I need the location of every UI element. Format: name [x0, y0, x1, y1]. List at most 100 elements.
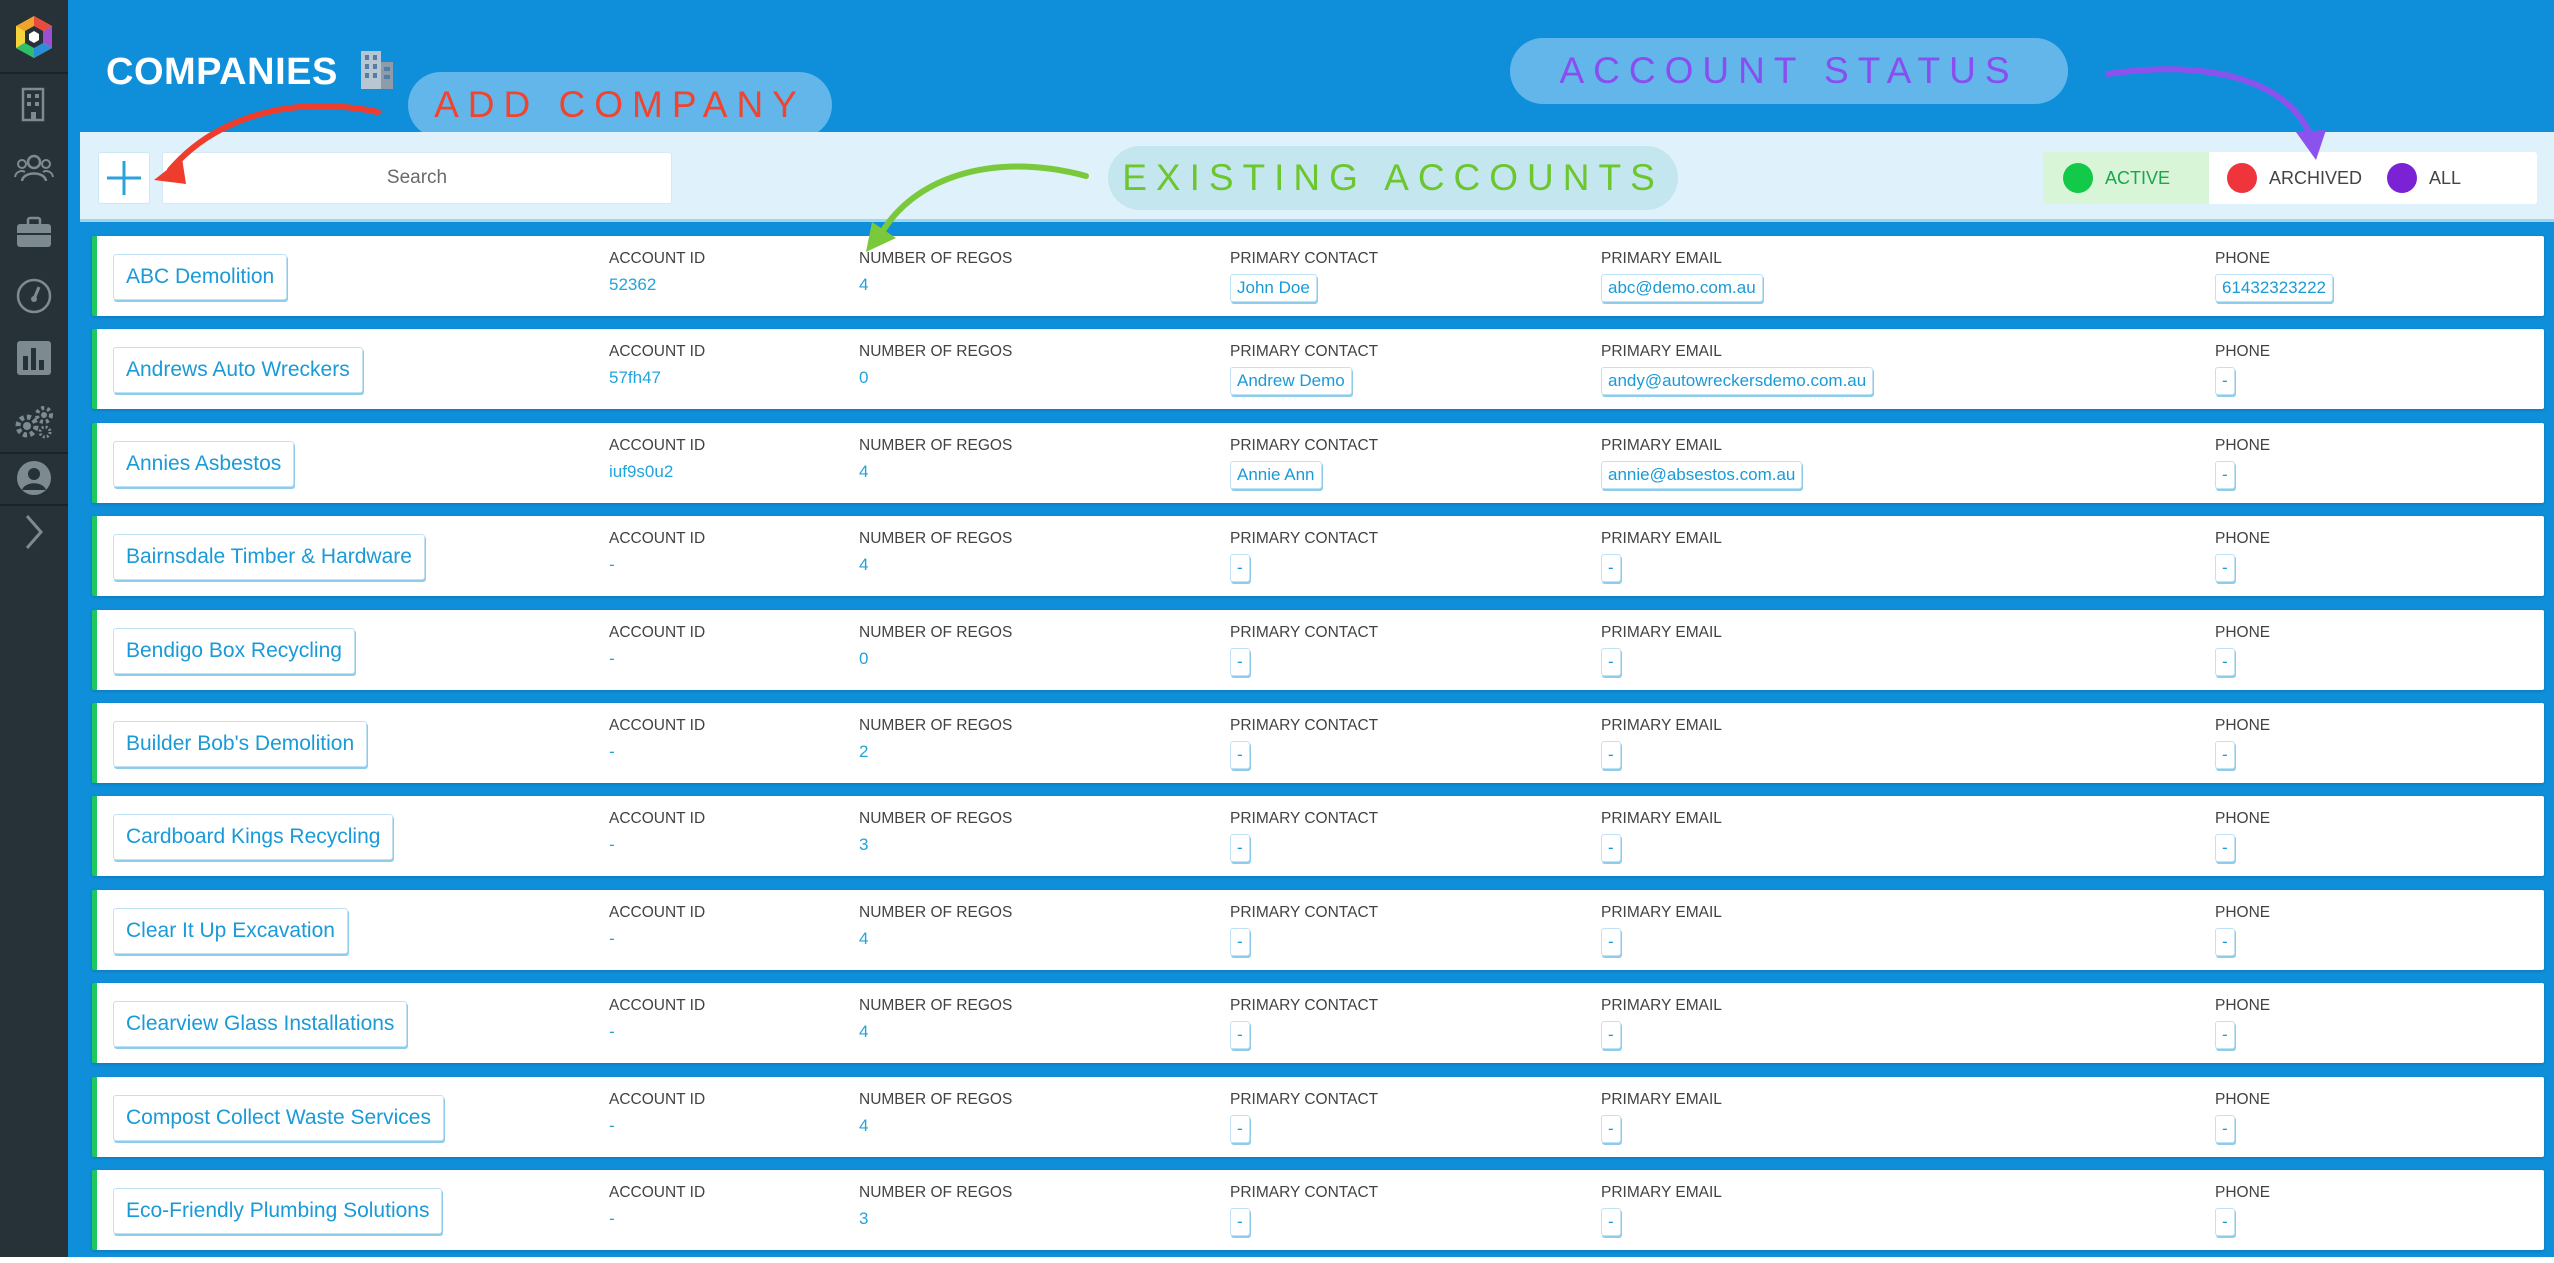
contact-chip[interactable]: - [1230, 1114, 1250, 1143]
contact-chip[interactable]: - [1230, 554, 1250, 583]
contact-chip[interactable]: Annie Ann [1230, 460, 1322, 489]
company-row: Eco-Friendly Plumbing Solutions ACCOUNT … [92, 1169, 2544, 1250]
phone-label: PHONE [2215, 1183, 2271, 1201]
filter-all[interactable]: ALL [2373, 152, 2537, 204]
phone-chip[interactable]: 61432323222 [2215, 274, 2334, 302]
filter-archived[interactable]: ARCHIVED [2209, 152, 2373, 204]
active-dot-icon [2063, 163, 2093, 193]
building-emoji-icon [357, 48, 397, 90]
add-company-button[interactable] [98, 152, 150, 204]
email-cell: PRIMARY EMAIL - [1601, 997, 1722, 1050]
gears-icon[interactable] [12, 400, 56, 444]
regos-label: NUMBER OF REGOS [859, 1090, 1013, 1108]
contact-chip[interactable]: John Doe [1230, 274, 1317, 302]
regos-value: 4 [859, 461, 869, 481]
company-name-button[interactable]: Cardboard Kings Recycling [113, 814, 394, 861]
account-id-label: ACCOUNT ID [609, 436, 706, 454]
regos-label: NUMBER OF REGOS [859, 1183, 1013, 1201]
phone-chip[interactable]: - [2215, 367, 2235, 396]
company-name-button[interactable]: Builder Bob's Demolition [113, 720, 368, 767]
contact-chip[interactable]: Andrew Demo [1230, 367, 1352, 396]
company-name-button[interactable]: Bendigo Box Recycling [113, 627, 355, 674]
logo-icon[interactable] [11, 14, 57, 60]
company-name-button[interactable]: Eco-Friendly Plumbing Solutions [113, 1187, 443, 1234]
email-chip[interactable]: - [1601, 740, 1621, 769]
regos-cell: NUMBER OF REGOS 4 [859, 1091, 1012, 1136]
company-row: Cardboard Kings Recycling ACCOUNT ID - N… [92, 796, 2544, 877]
email-chip[interactable]: - [1601, 647, 1621, 676]
email-chip[interactable]: - [1601, 1207, 1621, 1236]
company-row: Bairnsdale Timber & Hardware ACCOUNT ID … [92, 516, 2544, 597]
account-id-cell: ACCOUNT ID - [609, 997, 705, 1042]
regos-cell: NUMBER OF REGOS 0 [859, 343, 1012, 388]
contact-label: PRIMARY CONTACT [1230, 1183, 1379, 1201]
email-chip[interactable]: andy@autowreckersdemo.com.au [1601, 367, 1874, 396]
email-chip[interactable]: - [1601, 1021, 1621, 1050]
filter-active[interactable]: ACTIVE [2043, 152, 2209, 204]
contact-cell: PRIMARY CONTACT Andrew Demo [1230, 343, 1378, 396]
phone-cell: PHONE - [2215, 1184, 2270, 1236]
gauge-icon[interactable] [12, 274, 56, 318]
contact-chip[interactable]: - [1230, 1207, 1250, 1236]
phone-chip[interactable]: - [2215, 1207, 2235, 1236]
email-chip[interactable]: abc@demo.com.au [1601, 274, 1763, 302]
phone-chip[interactable]: - [2215, 1021, 2235, 1050]
contact-cell: PRIMARY CONTACT Annie Ann [1230, 437, 1378, 489]
company-name-button[interactable]: Clear It Up Excavation [113, 907, 348, 954]
phone-chip[interactable]: - [2215, 927, 2235, 956]
email-chip[interactable]: - [1601, 1114, 1621, 1143]
company-name-button[interactable]: ABC Demolition [113, 254, 288, 300]
users-icon[interactable] [12, 146, 56, 190]
phone-label: PHONE [2215, 716, 2271, 734]
briefcase-icon[interactable] [12, 210, 56, 254]
account-id-value: iuf9s0u2 [609, 461, 674, 481]
contact-chip[interactable]: - [1230, 927, 1250, 956]
email-chip[interactable]: - [1601, 554, 1621, 583]
contact-chip[interactable]: - [1230, 740, 1250, 769]
contact-cell: PRIMARY CONTACT John Doe [1230, 250, 1378, 302]
email-chip[interactable]: annie@absestos.com.au [1601, 460, 1803, 489]
email-cell: PRIMARY EMAIL - [1601, 530, 1722, 583]
phone-label: PHONE [2215, 623, 2271, 641]
contact-chip[interactable]: - [1230, 1021, 1250, 1050]
email-chip[interactable]: - [1601, 834, 1621, 863]
chart-icon[interactable] [12, 336, 56, 380]
contact-chip[interactable]: - [1230, 834, 1250, 863]
sidebar-divider [0, 452, 68, 454]
email-cell: PRIMARY EMAIL abc@demo.com.au [1601, 250, 1763, 302]
search-input[interactable] [162, 152, 672, 204]
account-status-callout: ACCOUNT STATUS [1510, 38, 2068, 104]
contact-label: PRIMARY CONTACT [1230, 903, 1379, 921]
company-name-button[interactable]: Clearview Glass Installations [113, 1001, 408, 1048]
company-row: Clear It Up Excavation ACCOUNT ID - NUMB… [92, 889, 2544, 970]
regos-cell: NUMBER OF REGOS 4 [859, 250, 1012, 295]
all-dot-icon [2387, 163, 2417, 193]
company-name-button[interactable]: Compost Collect Waste Services [113, 1094, 444, 1141]
regos-cell: NUMBER OF REGOS 3 [859, 1184, 1012, 1229]
phone-chip[interactable]: - [2215, 740, 2235, 769]
email-cell: PRIMARY EMAIL - [1601, 810, 1722, 863]
email-chip[interactable]: - [1601, 927, 1621, 956]
regos-value: 4 [859, 275, 869, 294]
company-name-button[interactable]: Andrews Auto Wreckers [113, 347, 363, 394]
account-id-cell: ACCOUNT ID - [609, 904, 705, 949]
phone-chip[interactable]: - [2215, 554, 2235, 583]
user-circle-icon[interactable] [12, 456, 56, 500]
account-id-value: 52362 [609, 275, 657, 294]
regos-label: NUMBER OF REGOS [859, 903, 1013, 921]
account-id-cell: ACCOUNT ID - [609, 530, 705, 575]
phone-chip[interactable]: - [2215, 460, 2235, 489]
contact-cell: PRIMARY CONTACT - [1230, 1184, 1378, 1236]
phone-label: PHONE [2215, 250, 2271, 267]
company-name-button[interactable]: Annies Asbestos [113, 440, 295, 487]
contact-chip[interactable]: - [1230, 647, 1250, 676]
phone-chip[interactable]: - [2215, 647, 2235, 676]
company-name-button[interactable]: Bairnsdale Timber & Hardware [113, 534, 425, 581]
chevron-right-icon[interactable] [12, 510, 56, 554]
phone-chip[interactable]: - [2215, 834, 2235, 863]
regos-value: 4 [859, 1115, 869, 1135]
building-icon[interactable] [12, 82, 56, 126]
phone-chip[interactable]: - [2215, 1114, 2235, 1143]
phone-cell: PHONE - [2215, 343, 2270, 396]
email-cell: PRIMARY EMAIL - [1601, 717, 1722, 769]
